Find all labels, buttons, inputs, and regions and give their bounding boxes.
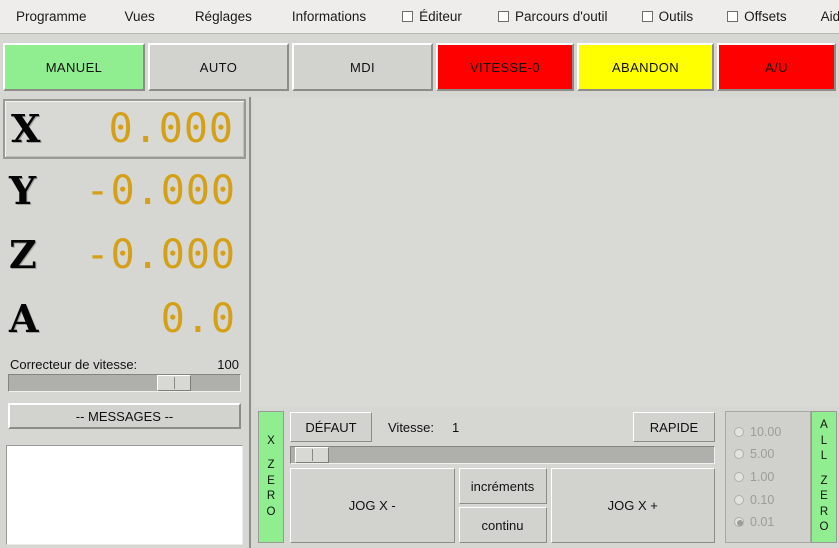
increment-option-0-01-label: 0.01 [750,515,775,530]
jog-default-speed-button[interactable]: DÉFAUT [290,412,372,442]
dro-value-a: 0.0 [160,296,236,342]
radio-icon[interactable] [734,494,744,505]
increment-option-0-10[interactable]: 0.10 [734,493,810,507]
radio-icon[interactable] [734,517,744,528]
messages-button[interactable]: -- MESSAGES -- [8,403,241,429]
dro-value-z: -0.000 [85,232,236,278]
menu-item-programme[interactable]: Programme [10,7,93,27]
radio-icon[interactable] [734,426,744,437]
dro-row-a[interactable]: A 0.0 [3,287,246,351]
increment-option-1-label: 1.00 [750,469,775,484]
jog-mode-increments-button[interactable]: incréments [458,468,547,504]
menu-checkbox-parcours-outil[interactable]: Parcours d'outil [492,7,614,27]
feed-override-label: Correcteur de vitesse: [10,357,138,372]
radio-icon[interactable] [734,449,744,460]
increment-option-5-label: 5.00 [750,447,775,462]
menu-checkbox-offsets[interactable]: Offsets [721,7,793,27]
x-zero-line-3: R [266,490,276,503]
increment-option-1[interactable]: 1.00 [734,470,810,484]
menu-checkbox-offsets-label: Offsets [744,8,787,24]
all-zero-line-6: O [819,521,829,534]
x-zero-button[interactable]: X Z E R O [258,411,284,543]
all-zero-line-5: R [819,505,829,518]
all-zero-line-1: L [820,434,828,447]
checkbox-icon[interactable] [497,11,509,22]
jog-button-row: JOG X - incréments continu JOG X + [290,468,715,543]
all-zero-button[interactable]: A L L Z E R O [811,411,837,543]
x-zero-line-2: E [267,474,275,487]
checkbox-icon[interactable] [727,11,739,22]
jog-mode-continuous-button[interactable]: continu [458,507,547,543]
checkbox-icon[interactable] [402,11,414,22]
jog-panel: X Z E R O DÉFAUT Vitesse: 1 RAPIDE JOG X… [256,409,839,546]
jog-mode-column: incréments continu [458,468,547,543]
dro-row-x[interactable]: X 0.000 [3,99,246,159]
dro-row-y[interactable]: Y -0.000 [3,159,246,223]
dro-axis-label-x: X [11,106,41,151]
increment-radio-group: 10.00 5.00 1.00 0.10 0.01 [725,411,811,543]
cnc-control-window: Programme Vues Réglages Informations Édi… [0,0,839,548]
dro-axis-label-a: A [9,296,39,341]
jog-speed-row: DÉFAUT Vitesse: 1 RAPIDE [290,411,715,443]
dro-readout-list: X 0.000 Y -0.000 Z -0.000 A 0.0 [0,97,249,351]
dro-value-y: -0.000 [85,168,236,214]
x-zero-line-0: X [267,434,275,447]
radio-icon[interactable] [734,471,744,482]
tab-manuel[interactable]: MANUEL [3,43,145,91]
feed-override-value: 100 [217,357,239,372]
menu-item-aide[interactable]: Aide [815,7,839,27]
dro-row-z[interactable]: Z -0.000 [3,223,246,287]
jog-speed-value: 1 [452,419,460,435]
menu-checkbox-outils[interactable]: Outils [636,7,700,27]
messages-text-area[interactable] [6,445,243,545]
increment-option-0-01[interactable]: 0.01 [734,515,810,529]
jog-speed-slider[interactable] [290,446,715,464]
increment-option-10-label: 10.00 [750,424,782,439]
x-zero-line-1: Z [267,459,275,472]
feed-override-slider-handle[interactable] [157,375,191,391]
all-zero-line-4: E [820,490,828,503]
menu-checkbox-editeur[interactable]: Éditeur [396,7,468,27]
dro-axis-label-y: Y [9,168,37,213]
tab-abandon[interactable]: ABANDON [577,43,714,91]
menu-checkbox-parcours-outil-label: Parcours d'outil [514,8,608,24]
left-panel: X 0.000 Y -0.000 Z -0.000 A 0.0 Correcte… [0,97,251,548]
feed-override-slider-wrap [0,374,249,392]
all-zero-line-0: A [820,419,828,432]
feed-override-slider[interactable] [8,374,241,392]
increment-option-10[interactable]: 10.00 [734,425,810,439]
increment-option-0-10-label: 0.10 [750,492,775,507]
dro-axis-label-z: Z [9,232,37,277]
all-zero-line-2: L [820,450,828,463]
tab-arret-urgence[interactable]: A/U [717,43,836,91]
tab-vitesse-0[interactable]: VITESSE-0 [436,43,574,91]
jog-x-minus-button[interactable]: JOG X - [290,468,455,543]
menu-checkbox-editeur-label: Éditeur [419,8,462,24]
menu-bar: Programme Vues Réglages Informations Édi… [0,0,839,34]
main-display-area [253,97,839,407]
jog-x-plus-button[interactable]: JOG X + [550,468,715,543]
jog-speed-label: Vitesse: [388,419,435,435]
feed-override-header: Correcteur de vitesse: 100 [0,351,249,374]
jog-rapid-button[interactable]: RAPIDE [633,412,715,442]
tab-auto[interactable]: AUTO [148,43,289,91]
checkbox-icon[interactable] [641,11,653,22]
menu-item-reglages[interactable]: Réglages [189,7,258,27]
x-zero-line-4: O [266,505,276,518]
all-zero-line-3: Z [820,474,828,487]
menu-item-vues[interactable]: Vues [119,7,161,27]
menu-checkbox-outils-label: Outils [658,8,694,24]
dro-value-x: 0.000 [108,106,234,152]
jog-speed-slider-handle[interactable] [295,447,329,463]
jog-center-column: DÉFAUT Vitesse: 1 RAPIDE JOG X - incréme… [284,411,721,543]
mode-tab-row: MANUEL AUTO MDI VITESSE-0 ABANDON A/U [0,41,839,95]
menu-item-informations[interactable]: Informations [286,7,372,27]
increment-option-5[interactable]: 5.00 [734,447,810,461]
tab-mdi[interactable]: MDI [292,43,433,91]
